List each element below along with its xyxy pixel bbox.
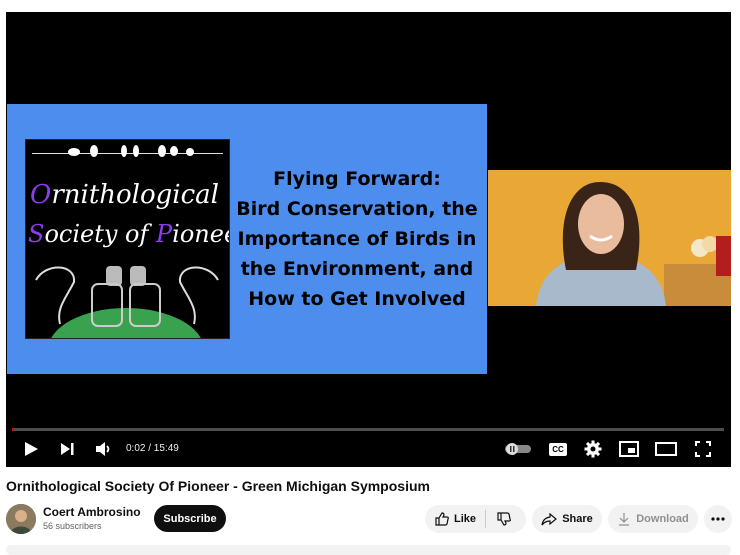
share-button[interactable]: Share — [532, 505, 602, 533]
settings-button[interactable] — [584, 435, 602, 463]
fullscreen-button[interactable] — [694, 435, 712, 463]
logo-word-society-of-pioneer: Society of Pioneer — [28, 220, 229, 248]
thumbs-down-icon — [497, 512, 511, 526]
gear-icon — [584, 440, 602, 458]
binoculars-earth-illustration — [35, 266, 219, 338]
fullscreen-icon — [695, 441, 711, 457]
like-button[interactable]: Like — [425, 511, 485, 527]
volume-icon — [96, 442, 110, 456]
download-button[interactable]: Download — [608, 505, 698, 533]
avatar-photo — [6, 504, 36, 534]
more-actions-button[interactable] — [704, 505, 732, 533]
dislike-button[interactable] — [486, 511, 522, 527]
video-title: Ornithological Society Of Pioneer - Gree… — [6, 478, 430, 494]
volume-button[interactable] — [94, 435, 114, 463]
video-player[interactable]: Ornithological Society of Pioneer Flying… — [6, 12, 731, 467]
play-icon — [25, 442, 38, 456]
miniplayer-icon — [619, 441, 639, 457]
download-icon — [619, 513, 630, 526]
logo-word-ornithological: Ornithological — [30, 180, 219, 210]
next-button[interactable] — [58, 435, 76, 463]
miniplayer-button[interactable] — [619, 435, 639, 463]
share-label: Share — [562, 513, 593, 525]
autoplay-toggle-icon — [505, 443, 531, 455]
thumbs-up-icon — [435, 512, 449, 526]
download-label: Download — [636, 513, 689, 525]
description-box[interactable] — [6, 545, 731, 555]
avatar[interactable] — [6, 504, 36, 534]
share-icon — [541, 512, 558, 526]
progress-bar[interactable] — [12, 428, 724, 431]
subscriber-count: 56 subscribers — [43, 521, 102, 531]
birds-on-wire-icon — [68, 145, 194, 157]
progress-fill — [12, 428, 14, 431]
next-icon — [61, 443, 74, 455]
theater-icon — [655, 442, 677, 456]
like-label: Like — [454, 513, 477, 525]
presentation-slide: Ornithological Society of Pioneer Flying… — [7, 104, 487, 374]
like-dislike-group: Like — [425, 505, 526, 533]
society-logo: Ornithological Society of Pioneer — [25, 139, 230, 339]
autoplay-toggle[interactable] — [505, 435, 531, 463]
play-button[interactable] — [22, 435, 40, 463]
more-icon — [711, 517, 725, 521]
theater-button[interactable] — [655, 435, 677, 463]
subscribe-button[interactable]: Subscribe — [154, 505, 226, 532]
captions-button[interactable]: CC — [549, 435, 567, 463]
speaker-figure — [488, 170, 731, 306]
time-display: 0:02 / 15:49 — [126, 443, 179, 454]
slide-title: Flying Forward: Bird Conservation, the I… — [236, 168, 478, 310]
captions-icon: CC — [549, 442, 567, 456]
speaker-webcam — [488, 170, 731, 306]
channel-name[interactable]: Coert Ambrosino — [43, 505, 141, 519]
